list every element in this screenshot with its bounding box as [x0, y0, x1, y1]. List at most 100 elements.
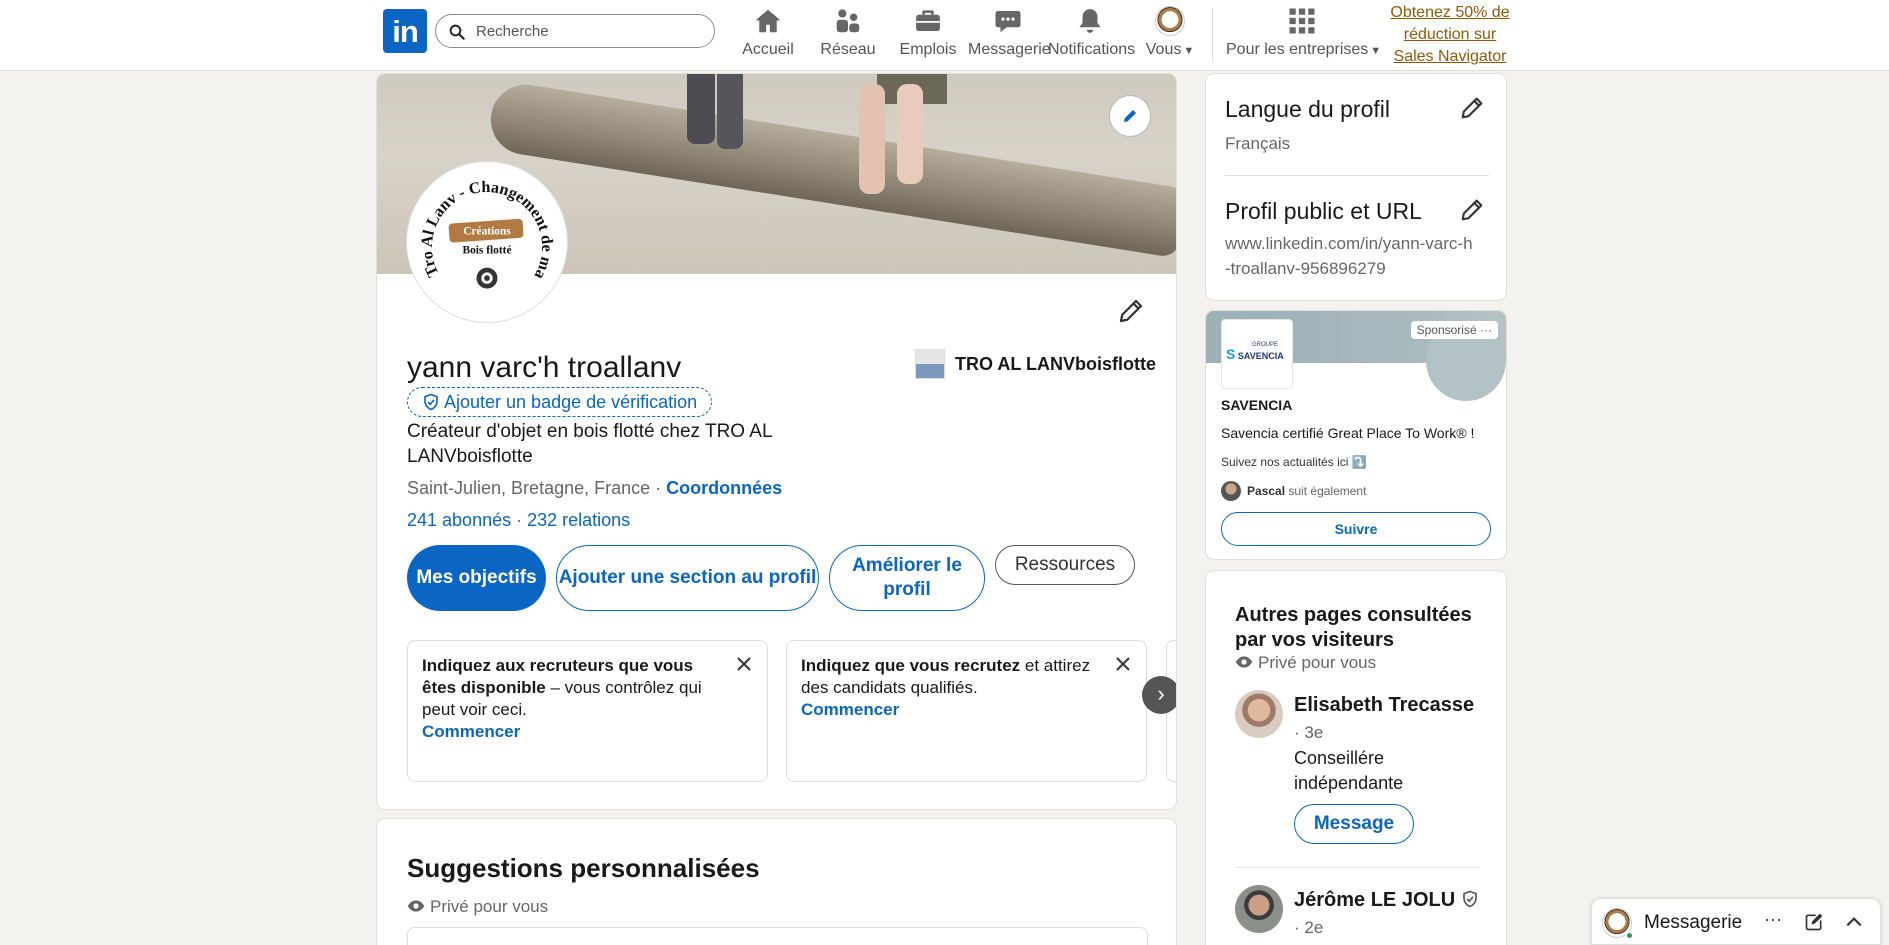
chat-icon: [995, 11, 1021, 33]
profile-name: yann varc'h troallanv: [407, 351, 682, 384]
nav-me[interactable]: Vous ▼: [1144, 6, 1196, 64]
search-icon: [449, 24, 465, 40]
company-logo: [915, 349, 945, 379]
edit-intro-pencil-icon[interactable]: [1116, 296, 1146, 326]
chevron-up-icon[interactable]: [1844, 912, 1864, 932]
nav-messaging-label: Messagerie: [968, 41, 1051, 58]
suggestion-text: Indiquez que vous recrutez et attirez de…: [801, 656, 1091, 697]
other-pages-viewed-card: Autres pages consultées par vos visiteur…: [1205, 570, 1507, 945]
improve-profile-button[interactable]: Améliorer le profil: [829, 545, 985, 611]
suggestion-text: Indiquez aux recruteurs que vous êtes di…: [422, 656, 702, 719]
private-label: Privé pour vous: [1235, 653, 1376, 673]
more-options-icon[interactable]: ···: [1480, 323, 1492, 337]
eye-icon: [407, 900, 425, 912]
nav-me-label: Vous ▼: [1145, 41, 1195, 58]
public-profile-url[interactable]: www.linkedin.com/in/yann-varc-h-troallan…: [1225, 231, 1475, 281]
open-to-work-card: Indiquez aux recruteurs que vous êtes di…: [407, 640, 768, 782]
nav-notifications-label: Notifications: [1048, 41, 1136, 58]
resources-button[interactable]: Ressources: [995, 545, 1135, 585]
avatar: [1221, 481, 1241, 501]
nav-network-label: Réseau: [820, 41, 876, 58]
add-verification-badge-button[interactable]: Ajouter un badge de vérification: [407, 387, 713, 417]
nav-jobs-label: Emplois: [899, 41, 957, 58]
ad-text: Savencia certifié Great Place To Work® !: [1221, 425, 1475, 441]
hiring-card: Indiquez que vous recrutez et attirez de…: [786, 640, 1147, 782]
ad-company-name[interactable]: SAVENCIA: [1221, 397, 1292, 413]
avatar[interactable]: [1235, 885, 1283, 933]
nav-network[interactable]: Réseau: [818, 6, 878, 64]
followers-link[interactable]: 241 abonnés: [407, 510, 511, 530]
pencil-icon: [1124, 110, 1136, 122]
contact-info-link[interactable]: Coordonnées: [666, 478, 782, 498]
messaging-overlay-bar[interactable]: Messagerie ···: [1591, 898, 1881, 945]
eye-icon: [1235, 656, 1253, 668]
cover-figure: [717, 74, 743, 149]
ad-company-logo[interactable]: S SAVENCIA GROUPE: [1221, 319, 1293, 389]
sponsored-ad-card: Sponsorisé ··· S SAVENCIA GROUPE SAVENCI…: [1205, 310, 1507, 560]
sponsored-label[interactable]: Sponsorisé ···: [1410, 321, 1498, 339]
sales-navigator-promo-link[interactable]: Obtenez 50% de réduction sur Sales Navig…: [1390, 2, 1510, 68]
close-icon[interactable]: [735, 655, 753, 673]
my-goals-button[interactable]: Mes objectifs: [407, 545, 546, 611]
carousel-next-button[interactable]: ›: [1142, 676, 1176, 714]
network-icon: [836, 9, 860, 33]
search-input[interactable]: [476, 15, 706, 47]
person-name[interactable]: Jérôme LE JOLU: [1294, 889, 1479, 912]
chevron-down-icon: ▼: [1183, 45, 1195, 57]
profile-logo-image: Tro Al Lanv - Changement de marée Créati…: [411, 166, 555, 289]
nav-home-label: Accueil: [742, 41, 794, 58]
nav-home[interactable]: Accueil: [738, 6, 798, 64]
follow-button[interactable]: Suivre: [1221, 512, 1491, 546]
ad-social-proof: Pascal suit également: [1221, 481, 1366, 501]
compose-icon[interactable]: [1804, 912, 1824, 932]
connection-degree: · 3e: [1294, 723, 1324, 742]
chevron-down-icon: ▼: [1370, 45, 1382, 57]
connection-degree: · 2e: [1294, 918, 1324, 937]
personalized-suggestions-card: Suggestions personnalisées Privé pour vo…: [376, 818, 1177, 945]
nav-jobs[interactable]: Emplois: [897, 6, 959, 64]
top-nav: in Accueil Réseau Emplois Messagerie Not…: [0, 0, 1889, 71]
person-headline: Conseillére indépendante: [1294, 748, 1404, 793]
profile-stats: 241 abonnés · 232 relations: [407, 510, 630, 531]
location-text: Saint-Julien, Bretagne, France ·: [407, 478, 667, 498]
avatar[interactable]: [1235, 690, 1283, 738]
nav-notifications[interactable]: Notifications: [1048, 6, 1136, 64]
add-profile-section-button[interactable]: Ajouter une section au profil: [556, 545, 819, 611]
current-company[interactable]: TRO AL LANVboisflotte: [915, 349, 1156, 379]
suggestion-item: [407, 927, 1148, 945]
edit-url-pencil-icon[interactable]: [1458, 196, 1486, 224]
linkedin-logo[interactable]: in: [383, 9, 427, 53]
cover-driftwood: [485, 79, 1176, 259]
private-label: Privé pour vous: [407, 897, 548, 917]
profile-language-value: Français: [1225, 134, 1291, 153]
nav-business[interactable]: Pour les entreprises ▼: [1226, 6, 1382, 64]
message-button[interactable]: Message: [1294, 804, 1414, 844]
close-icon[interactable]: [1114, 655, 1132, 673]
profile-photo[interactable]: Tro Al Lanv - Changement de marée Créati…: [407, 162, 567, 322]
messaging-label: Messagerie: [1644, 912, 1743, 933]
nav-divider: [1212, 8, 1213, 62]
avatar: [1155, 6, 1185, 36]
profile-headline: Créateur d'objet en bois flotté chez TRO…: [407, 421, 772, 467]
edit-cover-button[interactable]: [1110, 96, 1150, 136]
home-icon: [755, 9, 781, 33]
divider: [1235, 867, 1480, 868]
nav-messaging[interactable]: Messagerie: [968, 6, 1051, 64]
verified-shield-icon: [1462, 890, 1477, 908]
start-link[interactable]: Commencer: [422, 721, 725, 743]
briefcase-icon: [916, 10, 940, 31]
online-status-indicator: [1625, 931, 1634, 940]
connections-link[interactable]: 232 relations: [527, 510, 630, 530]
ad-logo-text: S SAVENCIA: [1226, 346, 1284, 362]
start-link[interactable]: Commencer: [801, 699, 1104, 721]
search-box[interactable]: [435, 14, 715, 48]
savencia-s-icon: S: [1226, 346, 1236, 362]
ad-logo-top: GROUPE: [1252, 342, 1279, 348]
ad-text-secondary: Suivez nos actualités ici ⤵️: [1221, 455, 1367, 469]
grid-icon: [1289, 8, 1315, 34]
shield-icon: [424, 393, 438, 411]
edit-language-pencil-icon[interactable]: [1458, 94, 1486, 122]
person-name[interactable]: Elisabeth Trecasse: [1294, 694, 1474, 717]
more-options-icon[interactable]: ···: [1764, 909, 1784, 929]
section-title: Suggestions personnalisées: [407, 853, 760, 883]
